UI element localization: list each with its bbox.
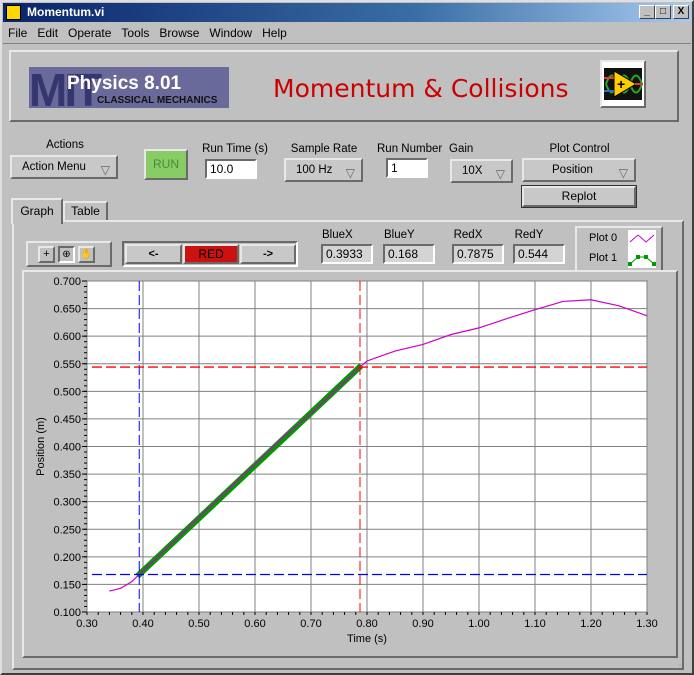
- banner: MIT Physics 8.01 CLASSICAL MECHANICS Mom…: [9, 50, 679, 122]
- y-tick-label: 0.650: [53, 304, 81, 316]
- plot-control-label: Plot Control: [549, 143, 610, 155]
- y-tick-label: 0.700: [53, 276, 81, 288]
- y-tick-label: 0.150: [53, 579, 81, 591]
- x-tick-label: 1.10: [524, 618, 545, 630]
- resize-grip-icon[interactable]: ⋰: [675, 660, 689, 672]
- menu-file[interactable]: File: [3, 24, 32, 42]
- tab-table[interactable]: Table: [63, 201, 108, 221]
- dropdown-arrow-icon: ▽: [618, 166, 628, 180]
- close-button[interactable]: X: [673, 5, 689, 19]
- y-tick-label: 0.200: [53, 552, 81, 564]
- position-graph[interactable]: 0.30 0.40 0.50 0.60 0.70 0.80 0.90 1.00 1.10 1.20…: [24, 272, 676, 656]
- x-tick-label: 1.20: [580, 618, 601, 630]
- y-tick-label: 0.600: [53, 331, 81, 343]
- cursor-select-button[interactable]: RED: [183, 244, 239, 264]
- mit-logo: MIT Physics 8.01 CLASSICAL MECHANICS: [29, 64, 229, 116]
- x-tick-label: 1.00: [468, 618, 489, 630]
- menu-tools[interactable]: Tools: [116, 24, 154, 42]
- redy-value: 0.544: [513, 244, 565, 264]
- x-tick-label: 0.90: [412, 618, 433, 630]
- maximize-button[interactable]: □: [655, 5, 671, 19]
- redx-label: RedX: [453, 229, 483, 241]
- action-menu-dropdown[interactable]: Action Menu ▽: [10, 155, 118, 179]
- cursor-selector: <- RED ->: [122, 241, 298, 267]
- next-cursor-button[interactable]: ->: [240, 244, 296, 264]
- menu-bar: File Edit Operate Tools Browse Window He…: [3, 24, 292, 42]
- y-tick-label: 0.550: [53, 359, 81, 371]
- redy-label: RedY: [514, 229, 544, 241]
- dropdown-arrow-icon: ▽: [100, 163, 110, 177]
- run-time-label: Run Time (s): [202, 143, 268, 155]
- tab-graph[interactable]: Graph: [11, 198, 63, 224]
- bluex-value: 0.3933: [321, 244, 373, 264]
- bluey-value: 0.168: [383, 244, 435, 264]
- x-tick-label: 0.60: [244, 618, 265, 630]
- dropdown-arrow-icon: ▽: [495, 167, 505, 181]
- x-tick-label: 0.80: [356, 618, 377, 630]
- run-button[interactable]: RUN: [144, 149, 188, 180]
- menu-browse[interactable]: Browse: [154, 24, 204, 42]
- menu-operate[interactable]: Operate: [63, 24, 116, 42]
- sample-rate-label: Sample Rate: [290, 143, 358, 155]
- hand-icon[interactable]: ✋: [78, 246, 95, 263]
- y-tick-label: 0.450: [53, 414, 81, 426]
- menu-help[interactable]: Help: [257, 24, 292, 42]
- dropdown-arrow-icon: ▽: [345, 166, 355, 180]
- sample-rate-dropdown[interactable]: 100 Hz ▽: [284, 158, 363, 182]
- actions-label: Actions: [46, 139, 84, 151]
- labview-vi-icon: +: [600, 60, 646, 108]
- legend-swatches: [628, 230, 656, 268]
- x-tick-label: 0.40: [132, 618, 153, 630]
- gain-label: Gain: [449, 143, 474, 155]
- previous-cursor-button[interactable]: <-: [125, 244, 182, 264]
- y-tick-label: 0.350: [53, 469, 81, 481]
- y-tick-label: 0.500: [53, 386, 81, 398]
- redx-value: 0.7875: [452, 244, 504, 264]
- y-tick-label: 0.100: [53, 607, 81, 619]
- menu-edit[interactable]: Edit: [32, 24, 63, 42]
- title-bar: Momentum.vi _ □ X: [3, 3, 691, 22]
- y-axis-label: Position (m): [35, 417, 47, 476]
- bluex-label: BlueX: [322, 229, 353, 241]
- graph-tool-palette: + ⊕ ✋: [26, 241, 112, 267]
- legend-plot0-label: Plot 0: [589, 232, 618, 244]
- replot-button[interactable]: Replot: [521, 185, 637, 208]
- x-tick-label: 0.30: [76, 618, 97, 630]
- run-number-label: Run Number: [377, 143, 443, 155]
- y-tick-label: 0.250: [53, 524, 81, 536]
- bluey-label: BlueY: [384, 229, 415, 241]
- zoom-icon[interactable]: ⊕: [58, 246, 75, 263]
- menu-window[interactable]: Window: [204, 24, 257, 42]
- app-title: Momentum & Collisions: [273, 74, 569, 103]
- y-tick-label: 0.300: [53, 497, 81, 509]
- plot-control-dropdown[interactable]: Position ▽: [522, 158, 636, 182]
- x-tick-label: 0.70: [300, 618, 321, 630]
- legend-plot1-label: Plot 1: [589, 252, 618, 264]
- x-tick-label: 1.30: [636, 618, 657, 630]
- crosshair-icon[interactable]: +: [38, 246, 55, 263]
- run-time-input[interactable]: 10.0: [205, 159, 257, 179]
- run-number-input[interactable]: 1: [386, 158, 428, 178]
- minimize-button[interactable]: _: [639, 5, 655, 19]
- plot-legend: Plot 0 Plot 1: [575, 226, 663, 272]
- window-title: Momentum.vi: [27, 5, 105, 19]
- y-tick-label: 0.400: [53, 442, 81, 454]
- gain-dropdown[interactable]: 10X ▽: [450, 159, 513, 183]
- labview-icon: [6, 5, 21, 20]
- x-axis-label: Time (s): [347, 633, 387, 645]
- x-tick-label: 0.50: [188, 618, 209, 630]
- svg-text:+: +: [617, 76, 625, 92]
